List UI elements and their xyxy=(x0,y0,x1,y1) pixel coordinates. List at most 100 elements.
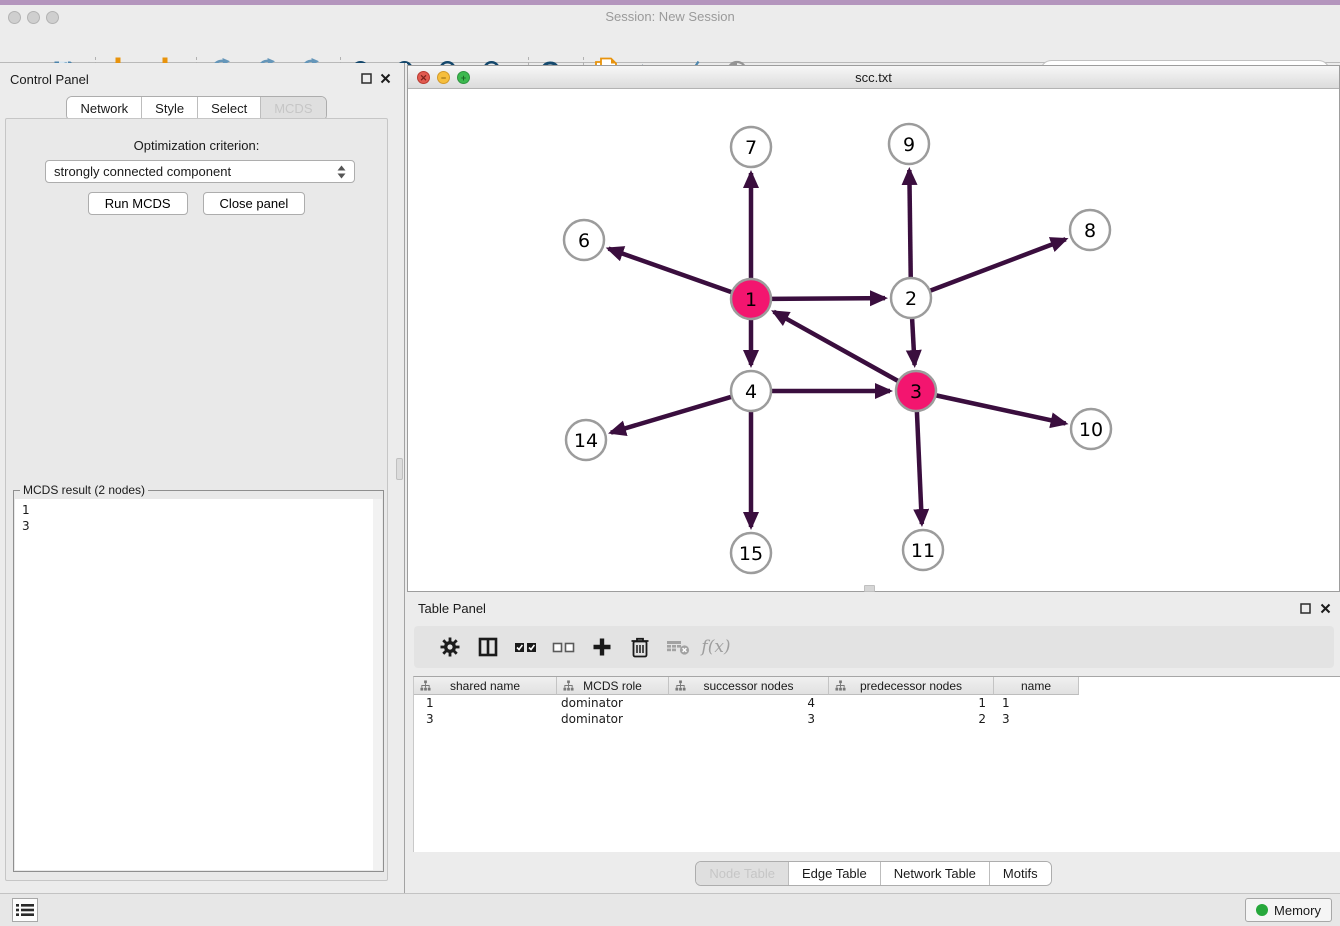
tab-motifs[interactable]: Motifs xyxy=(989,862,1051,885)
graph-node-15[interactable]: 15 xyxy=(731,533,771,573)
columns-icon xyxy=(477,636,499,658)
status-bar: Memory xyxy=(0,893,1340,926)
graph-node-11[interactable]: 11 xyxy=(903,530,943,570)
mcds-result-list: 1 3 xyxy=(15,499,382,870)
svg-text:6: 6 xyxy=(578,230,590,252)
unselect-all-columns-button[interactable] xyxy=(545,631,583,663)
table-row: 3dominator323 xyxy=(414,711,1340,727)
svg-text:4: 4 xyxy=(745,381,757,403)
graph-node-4[interactable]: 4 xyxy=(731,371,771,411)
memory-button[interactable]: Memory xyxy=(1245,898,1332,922)
svg-text:7: 7 xyxy=(745,137,757,159)
svg-text:11: 11 xyxy=(911,540,935,562)
delete-table-icon xyxy=(666,637,690,657)
list-icon xyxy=(15,902,35,918)
optimization-criterion-select[interactable]: strongly connected component xyxy=(45,160,355,183)
column-header-mcds-role[interactable]: MCDS role xyxy=(557,677,669,695)
graph-node-7[interactable]: 7 xyxy=(731,127,771,167)
control-panel: Control Panel NetworkStyleSelectMCDS Opt… xyxy=(0,63,393,893)
cell-successor-nodes[interactable]: 4 xyxy=(669,695,829,711)
close-control-panel-button[interactable] xyxy=(379,72,392,85)
tab-edge-table[interactable]: Edge Table xyxy=(788,862,880,885)
float-table-panel-button[interactable] xyxy=(1299,602,1312,615)
tab-mcds[interactable]: MCDS xyxy=(260,97,325,120)
cell-predecessor-nodes[interactable]: 1 xyxy=(829,695,994,711)
cell-shared-name[interactable]: 1 xyxy=(414,695,557,711)
svg-text:1: 1 xyxy=(745,289,757,311)
network-view-window: ✕ − + scc.txt 1 2 3 4 6 7 8 9 10 11 14 15 xyxy=(407,65,1340,592)
mcds-result-box: MCDS result (2 nodes) 1 3 xyxy=(13,490,384,872)
graph-node-1[interactable]: 1 xyxy=(731,279,771,319)
network-window-titlebar: ✕ − + scc.txt xyxy=(408,66,1339,89)
graph-edge-3-11[interactable] xyxy=(917,411,922,524)
unchecked-boxes-icon xyxy=(552,636,576,658)
cell-mcds-role[interactable]: dominator xyxy=(557,695,669,711)
status-list-button[interactable] xyxy=(12,898,38,922)
trash-icon xyxy=(630,636,650,658)
plus-icon xyxy=(591,636,613,658)
scrollbar-track[interactable] xyxy=(373,499,382,870)
column-type-icon xyxy=(835,680,846,691)
graph-edge-1-6[interactable] xyxy=(609,249,733,293)
graph-node-6[interactable]: 6 xyxy=(564,220,604,260)
cell-successor-nodes[interactable]: 3 xyxy=(669,711,829,727)
table-settings-button[interactable] xyxy=(431,631,469,663)
network-canvas[interactable]: 1 2 3 4 6 7 8 9 10 11 14 15 xyxy=(408,89,1339,591)
graph-edge-4-14[interactable] xyxy=(611,397,732,433)
graph-edge-2-8[interactable] xyxy=(930,239,1066,291)
tab-style[interactable]: Style xyxy=(141,97,197,120)
graph-node-14[interactable]: 14 xyxy=(566,420,606,460)
graph-node-9[interactable]: 9 xyxy=(889,124,929,164)
cell-predecessor-nodes[interactable]: 2 xyxy=(829,711,994,727)
column-header-successor-nodes[interactable]: successor nodes xyxy=(669,677,829,695)
result-line: 3 xyxy=(22,518,382,534)
control-panel-title: Control Panel xyxy=(10,72,89,87)
cell-mcds-role[interactable]: dominator xyxy=(557,711,669,727)
titlebar: Session: New Session xyxy=(0,5,1340,27)
tab-node-table[interactable]: Node Table xyxy=(696,862,788,885)
column-header-predecessor-nodes[interactable]: predecessor nodes xyxy=(829,677,994,695)
cell-name[interactable]: 3 xyxy=(994,711,1079,727)
splitter-grip[interactable] xyxy=(396,458,403,480)
svg-text:8: 8 xyxy=(1084,220,1096,242)
graph-edge-3-1[interactable] xyxy=(774,312,899,382)
run-mcds-button[interactable]: Run MCDS xyxy=(88,192,188,215)
show-column-button[interactable] xyxy=(469,631,507,663)
tab-network-table[interactable]: Network Table xyxy=(880,862,989,885)
graph-edge-1-2[interactable] xyxy=(771,298,885,299)
graph-node-2[interactable]: 2 xyxy=(891,278,931,318)
close-table-panel-button[interactable] xyxy=(1319,602,1332,615)
cell-shared-name[interactable]: 3 xyxy=(414,711,557,727)
graph-edge-2-9[interactable] xyxy=(909,170,910,278)
select-all-columns-button[interactable] xyxy=(507,631,545,663)
function-builder-button[interactable]: f(x) xyxy=(697,631,735,663)
float-panel-icon xyxy=(361,73,372,84)
graph-node-10[interactable]: 10 xyxy=(1071,409,1111,449)
table-body: 1dominator4113dominator323 xyxy=(414,695,1340,727)
cell-name[interactable]: 1 xyxy=(994,695,1079,711)
tab-network[interactable]: Network xyxy=(67,97,141,120)
memory-status-dot xyxy=(1256,904,1268,916)
create-column-button[interactable] xyxy=(583,631,621,663)
column-type-icon xyxy=(675,680,686,691)
tab-select[interactable]: Select xyxy=(197,97,260,120)
column-header-shared-name[interactable]: shared name xyxy=(414,677,557,695)
graph-node-8[interactable]: 8 xyxy=(1070,210,1110,250)
vertical-splitter[interactable] xyxy=(393,63,407,893)
column-header-name[interactable]: name xyxy=(994,677,1079,695)
splitter-grip[interactable] xyxy=(864,585,875,592)
column-header-label: MCDS role xyxy=(583,679,642,693)
float-panel-icon xyxy=(1300,603,1311,614)
graph-node-3[interactable]: 3 xyxy=(896,371,936,411)
close-panel-button[interactable]: Close panel xyxy=(203,192,306,215)
criterion-selected-value: strongly connected component xyxy=(54,164,337,179)
graph-edge-2-3[interactable] xyxy=(912,318,915,365)
network-window-title: scc.txt xyxy=(408,70,1339,85)
graph-edge-3-10[interactable] xyxy=(936,395,1066,423)
delete-table-button[interactable] xyxy=(659,631,697,663)
column-type-icon xyxy=(420,680,431,691)
float-control-panel-button[interactable] xyxy=(360,72,373,85)
delete-column-button[interactable] xyxy=(621,631,659,663)
close-icon xyxy=(380,73,391,84)
mcds-result-title: MCDS result (2 nodes) xyxy=(20,483,148,497)
